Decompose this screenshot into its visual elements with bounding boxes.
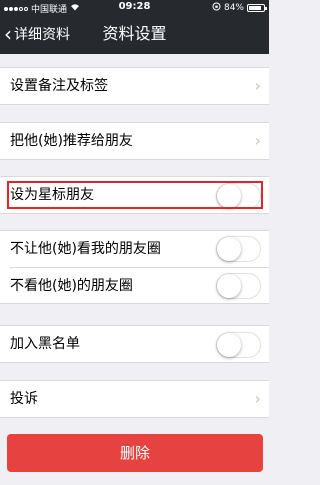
row-recommend-label: 把他(她)推荐给朋友	[10, 133, 133, 149]
hide-moments-toggle[interactable]	[216, 236, 261, 262]
row-report-label: 投诉	[10, 391, 38, 407]
row-not-view-moments-label: 不看他(她)的朋友圈	[10, 278, 133, 294]
nav-bar: ‹ 详细资料 资料设置	[0, 14, 269, 54]
toggle-knob	[217, 274, 241, 298]
delete-button[interactable]: 删除	[7, 434, 263, 472]
chevron-right-icon: ›	[254, 76, 261, 95]
chevron-right-icon: ›	[254, 389, 261, 408]
chevron-right-icon: ›	[254, 131, 261, 150]
status-right: 84%	[212, 2, 267, 14]
battery-fill	[249, 6, 261, 10]
status-bar: 中国联通 09:28 84%	[0, 0, 269, 15]
row-report[interactable]: 投诉 ›	[0, 380, 269, 418]
group-moments: 不让他(她)看我的朋友圈 不看他(她)的朋友圈	[0, 230, 269, 304]
row-recommend[interactable]: 把他(她)推荐给朋友 ›	[0, 122, 269, 160]
battery-icon	[247, 4, 267, 12]
battery-percent: 84%	[223, 3, 244, 13]
not-view-moments-toggle[interactable]	[216, 273, 261, 299]
blacklist-toggle[interactable]	[216, 332, 261, 358]
rotation-lock-icon	[212, 2, 221, 14]
toggle-knob	[217, 333, 241, 357]
row-blacklist: 加入黑名单	[0, 325, 269, 363]
page-title: 资料设置	[102, 24, 167, 43]
toggle-knob	[217, 237, 241, 261]
row-blacklist-label: 加入黑名单	[10, 336, 80, 352]
row-hide-moments-label: 不让他(她)看我的朋友圈	[10, 241, 161, 257]
row-remark-label: 设置备注及标签	[10, 78, 108, 94]
row-remark[interactable]: 设置备注及标签 ›	[0, 67, 269, 105]
highlight-box	[7, 181, 263, 209]
